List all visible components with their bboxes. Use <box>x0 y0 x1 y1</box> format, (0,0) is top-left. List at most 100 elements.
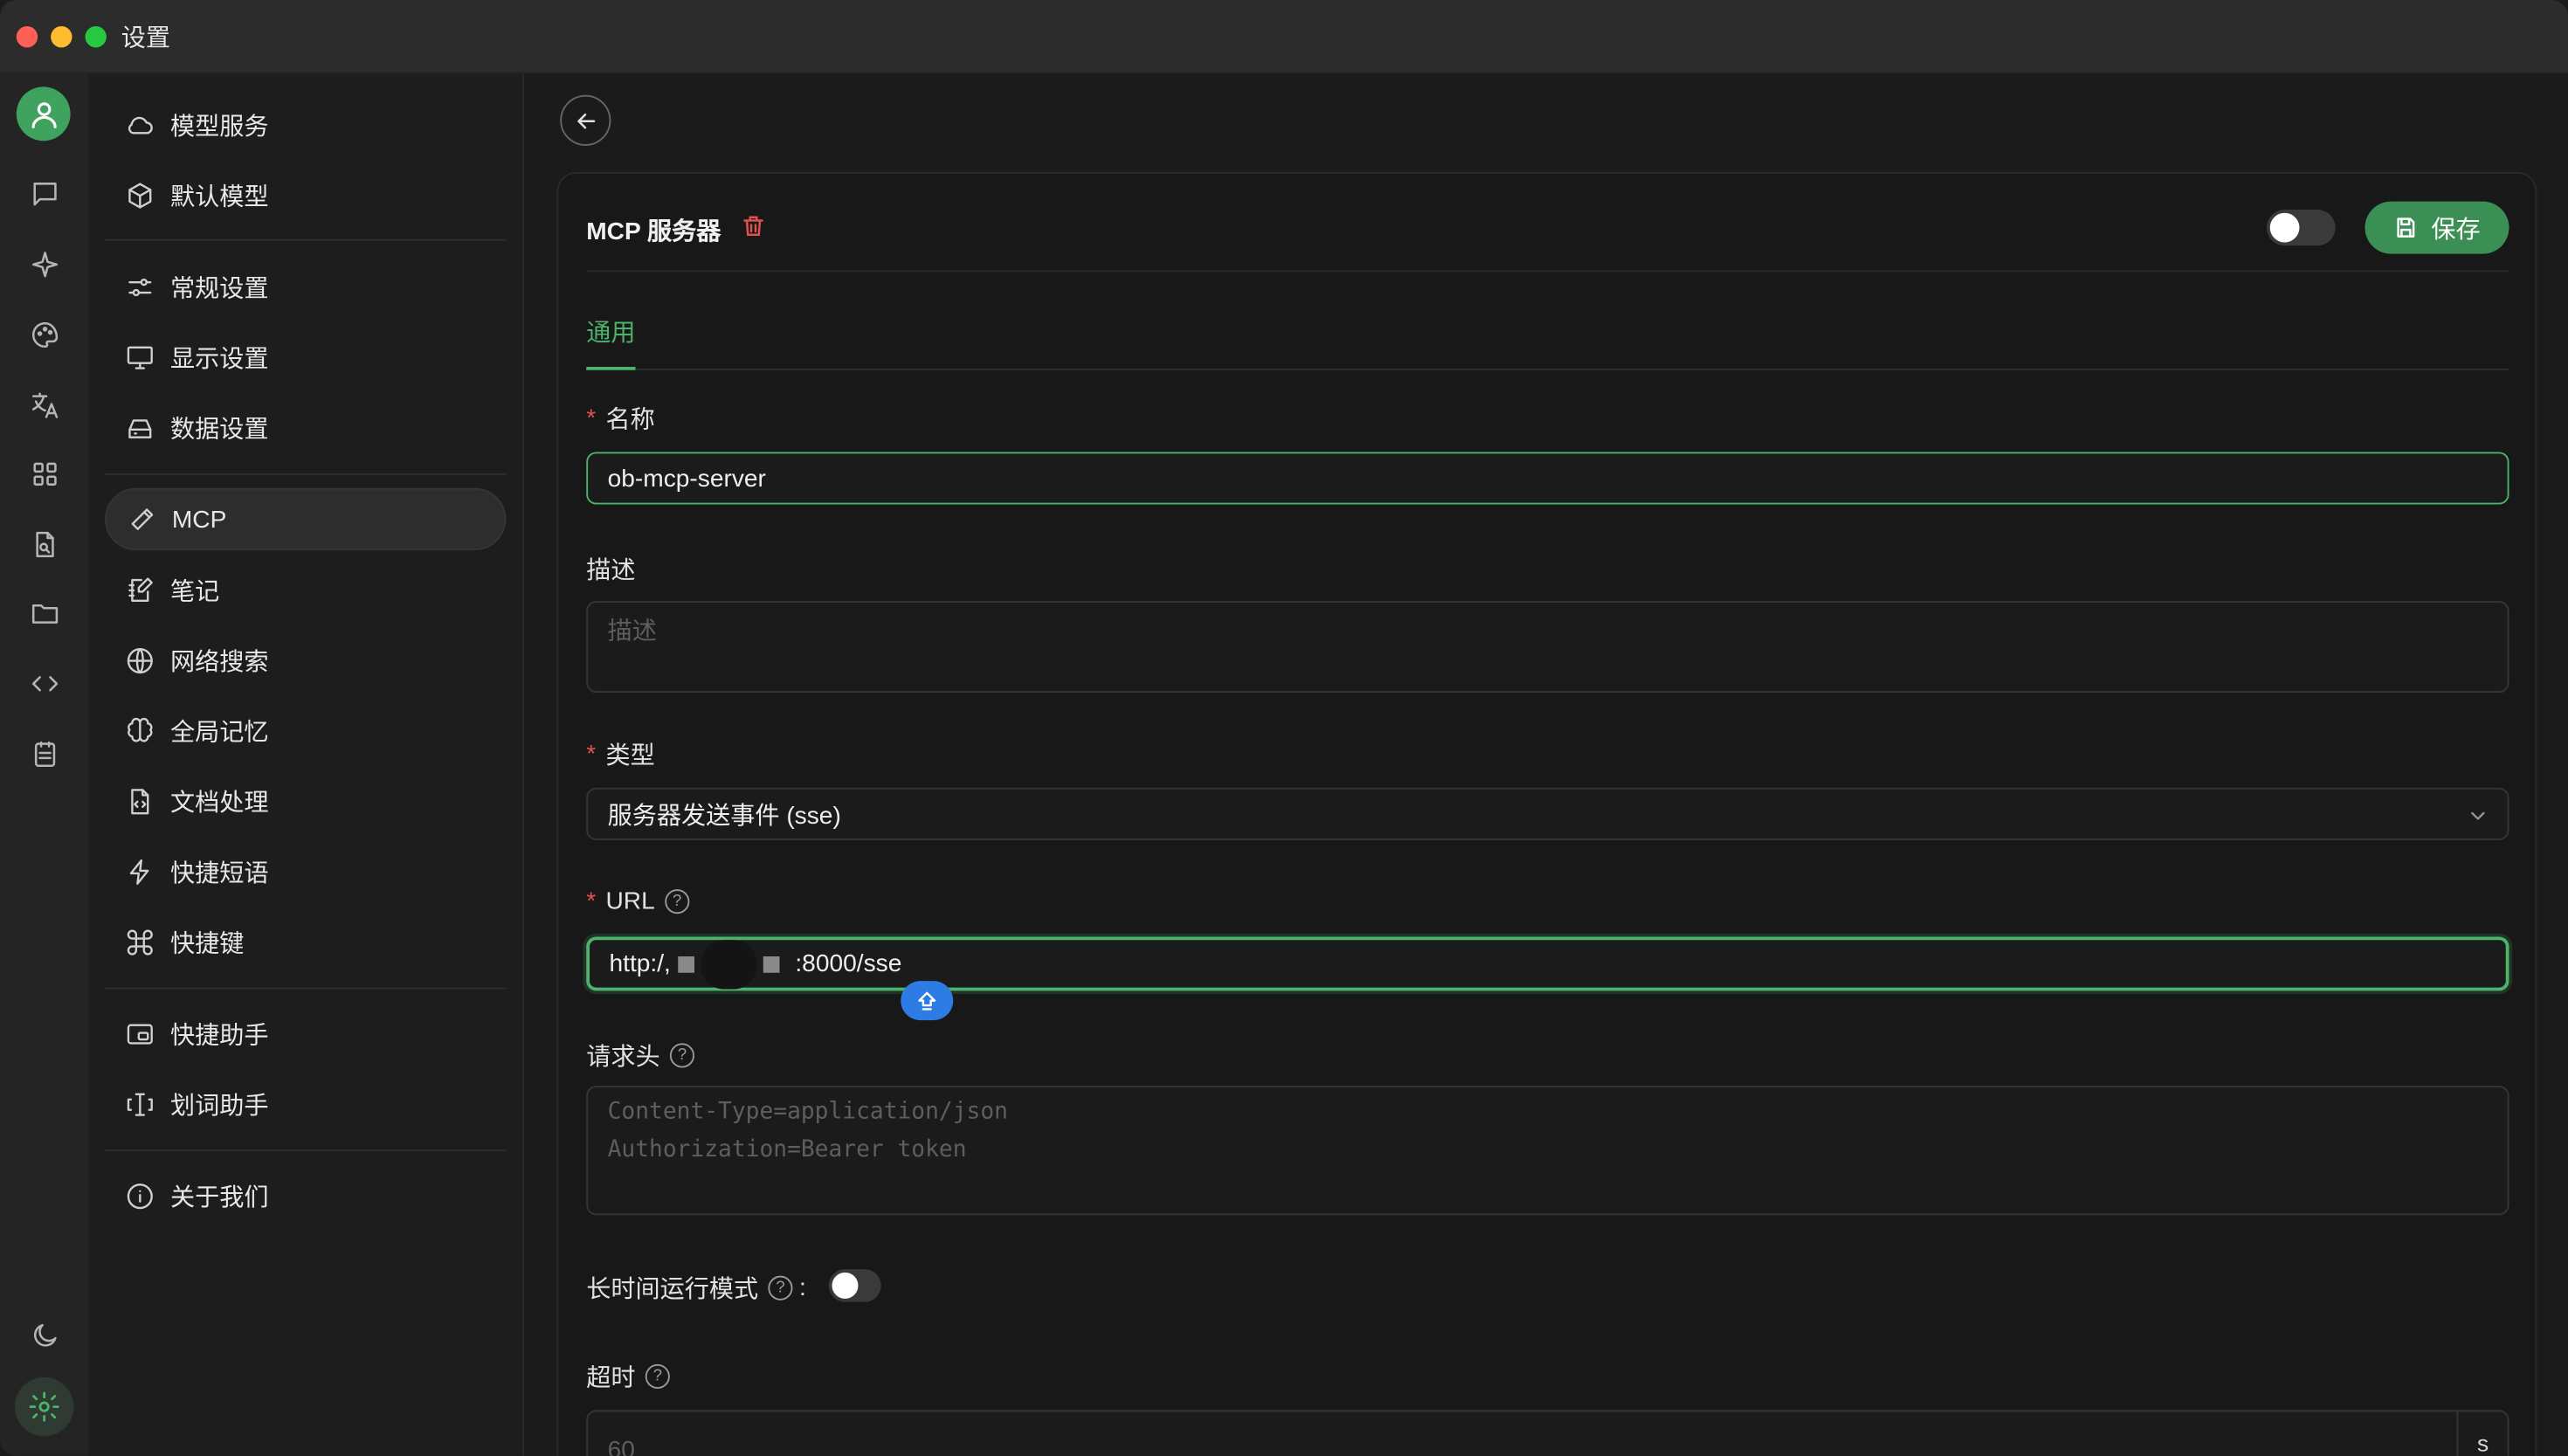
user-avatar[interactable] <box>16 86 71 141</box>
long-run-toggle[interactable] <box>828 1269 881 1302</box>
nav-item-label: 快捷键 <box>170 929 245 957</box>
name-input[interactable]: ob-mcp-server <box>586 452 2509 505</box>
help-icon[interactable]: ? <box>669 1043 695 1068</box>
help-icon[interactable]: ? <box>645 1363 670 1389</box>
nav-item-label: 快捷助手 <box>170 1021 269 1049</box>
code-icon[interactable] <box>23 662 66 705</box>
window-controls <box>16 25 107 47</box>
name-label-text: 名称 <box>605 406 655 434</box>
palette-icon[interactable] <box>23 313 66 355</box>
caps-lock-icon <box>918 991 936 1011</box>
tab-active-indicator <box>586 367 636 370</box>
save-icon <box>2398 217 2416 238</box>
chat-icon[interactable] <box>23 172 66 215</box>
help-icon[interactable]: ? <box>768 1275 793 1301</box>
nav-item-label: 网络搜索 <box>170 647 269 676</box>
sparkle-icon[interactable] <box>23 243 66 286</box>
caps-lock-indicator <box>901 981 954 1021</box>
delete-server-icon[interactable] <box>741 213 767 239</box>
save-label: 保存 <box>2431 215 2481 244</box>
required-mark: * <box>586 404 597 432</box>
nav-divider <box>105 1149 507 1152</box>
server-enabled-toggle[interactable] <box>2267 210 2336 246</box>
nav-item-general[interactable]: 常规设置 <box>105 256 506 318</box>
notepad-icon[interactable] <box>23 732 66 775</box>
nav-item-label: 关于我们 <box>170 1183 269 1211</box>
file-code-icon <box>131 788 149 814</box>
app-sidebar <box>0 73 89 1456</box>
save-button[interactable]: 保存 <box>2364 201 2509 254</box>
nav-item-doc-processing[interactable]: 文档处理 <box>105 769 506 832</box>
type-selected-value: 服务器发送事件 (sse) <box>607 801 841 830</box>
nav-item-about[interactable]: 关于我们 <box>105 1164 506 1226</box>
toggle-knob <box>2269 212 2300 243</box>
headers-textarea[interactable]: Content-Type=application/json Authorizat… <box>586 1086 2509 1216</box>
back-button[interactable] <box>560 94 611 146</box>
nav-item-label: MCP <box>171 505 227 534</box>
nav-item-display[interactable]: 显示设置 <box>105 326 506 388</box>
nav-item-label: 模型服务 <box>170 112 269 141</box>
type-select[interactable]: 服务器发送事件 (sse) <box>586 787 2509 840</box>
translate-icon[interactable] <box>23 383 66 426</box>
minimize-window-button[interactable] <box>51 25 72 47</box>
file-search-icon[interactable] <box>23 522 66 565</box>
sliders-icon <box>128 278 152 296</box>
nav-item-default-model[interactable]: 默认模型 <box>105 164 506 226</box>
nav-item-mcp[interactable]: MCP <box>105 487 507 550</box>
long-run-colon: : <box>799 1273 806 1302</box>
text-cursor-icon <box>127 1092 153 1115</box>
required-mark: * <box>586 740 597 769</box>
toggle-knob <box>832 1272 859 1299</box>
nav-item-notes[interactable]: 笔记 <box>105 558 506 620</box>
headers-placeholder-line: Authorization=Bearer token <box>607 1136 967 1163</box>
long-run-label-text: 长时间运行模式 <box>586 1275 759 1304</box>
nav-item-web-search[interactable]: 网络搜索 <box>105 629 506 691</box>
app-window-icon <box>127 1023 153 1044</box>
hard-drive-icon <box>128 418 152 438</box>
nav-item-label: 默认模型 <box>170 183 269 210</box>
timeout-label: 超时? <box>586 1359 670 1393</box>
brain-icon <box>128 716 153 742</box>
apps-grid-icon[interactable] <box>23 452 66 495</box>
nav-item-data[interactable]: 数据设置 <box>105 397 506 459</box>
nav-item-label: 文档处理 <box>170 788 269 817</box>
globe-icon <box>127 647 153 673</box>
type-label-text: 类型 <box>605 742 655 770</box>
description-placeholder: 描述 <box>607 617 657 645</box>
nav-divider <box>105 473 507 475</box>
settings-button[interactable] <box>14 1377 74 1437</box>
nav-item-label: 全局记忆 <box>170 718 269 747</box>
folder-icon[interactable] <box>23 591 66 634</box>
tab-general[interactable]: 通用 <box>586 314 635 348</box>
info-icon <box>127 1183 153 1209</box>
cube-icon <box>128 182 152 208</box>
timeout-label-text: 超时 <box>586 1363 636 1392</box>
description-textarea[interactable]: 描述 <box>586 601 2509 693</box>
help-icon[interactable]: ? <box>664 889 690 914</box>
user-icon <box>31 101 56 128</box>
long-run-label: 长时间运行模式?: <box>586 1271 806 1305</box>
timeout-unit: s <box>2456 1411 2508 1456</box>
mcp-server-card: MCP 服务器 保存 通用 * 名称 ob-mcp-server 描述 描述 * 类… <box>556 171 2537 1456</box>
moon-icon[interactable] <box>23 1314 66 1356</box>
server-title: MCP 服务器 <box>586 217 721 246</box>
description-label: 描述 <box>586 556 636 585</box>
timeout-input[interactable]: 60 s <box>586 1410 2509 1456</box>
name-label: * 名称 <box>586 401 654 435</box>
nav-item-quick-phrases[interactable]: 快捷短语 <box>105 840 506 902</box>
headers-placeholder-line: Content-Type=application/json <box>607 1099 1008 1126</box>
nav-item-label: 常规设置 <box>170 274 269 302</box>
nav-item-model-service[interactable]: 模型服务 <box>105 93 506 155</box>
url-label-text: URL <box>605 887 655 916</box>
nav-item-selection-assistant[interactable]: 划词助手 <box>105 1073 506 1135</box>
title-bar: 设置 <box>0 0 2568 74</box>
command-icon <box>127 928 153 955</box>
nav-item-shortcuts[interactable]: 快捷键 <box>105 911 506 973</box>
nav-item-quick-assistant[interactable]: 快捷助手 <box>105 1003 506 1065</box>
monitor-icon <box>127 345 153 369</box>
url-input[interactable]: http:/, :8000/sse <box>586 936 2509 991</box>
arrow-left-icon <box>576 113 595 128</box>
zoom-window-button[interactable] <box>85 25 107 47</box>
close-window-button[interactable] <box>16 25 38 47</box>
nav-item-memory[interactable]: 全局记忆 <box>105 700 506 762</box>
